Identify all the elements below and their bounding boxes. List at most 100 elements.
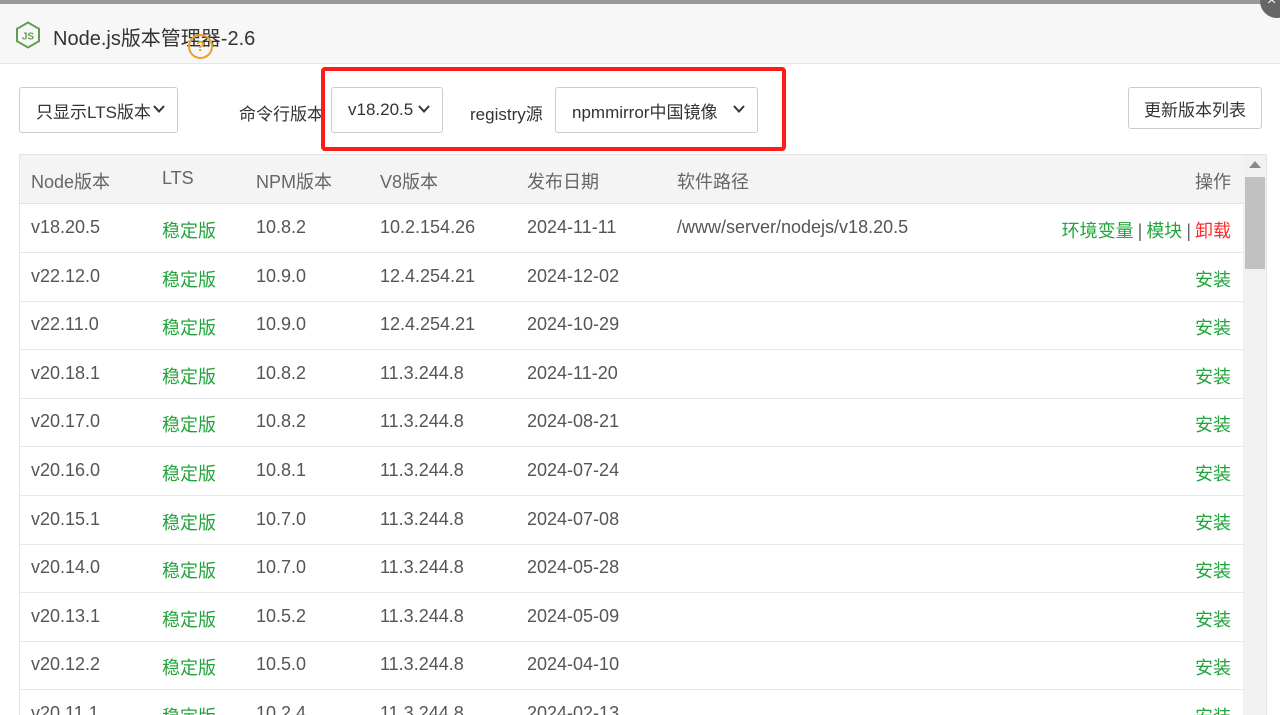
cell-v8-version: 11.3.244.8 bbox=[380, 557, 464, 578]
header-lts: LTS bbox=[162, 168, 194, 188]
cell-release-date: 2024-11-20 bbox=[527, 362, 618, 383]
svg-text:JS: JS bbox=[22, 32, 35, 43]
row-actions: 安装 bbox=[1195, 557, 1231, 583]
cell-lts-badge: 稳定版 bbox=[162, 512, 216, 533]
install-link[interactable]: 安装 bbox=[1195, 464, 1231, 484]
install-link[interactable]: 安装 bbox=[1195, 318, 1231, 338]
cell-release-date: 2024-07-24 bbox=[527, 460, 620, 480]
cell-v8-version: 11.3.244.8 bbox=[380, 508, 464, 529]
cell-lts-badge: 稳定版 bbox=[162, 366, 216, 387]
install-link[interactable]: 安装 bbox=[1195, 610, 1231, 630]
table-row: v20.12.2 稳定版 10.5.0 11.3.244.8 2024-04-10 安装 bbox=[20, 641, 1243, 691]
table-row: v20.16.0 稳定版 10.8.1 11.3.244.8 2024-07-24 安装 bbox=[20, 447, 1243, 496]
chevron-down-icon bbox=[418, 105, 430, 113]
cell-v8-version: 11.3.244.8 bbox=[380, 411, 464, 432]
header-install-path: 软件路径 bbox=[677, 172, 749, 192]
cell-npm-version: 10.8.2 bbox=[256, 362, 307, 383]
help-icon[interactable]: ? bbox=[188, 34, 213, 59]
cell-v8-version: 12.4.254.21 bbox=[380, 314, 476, 335]
cell-release-date: 2024-05-09 bbox=[527, 605, 620, 626]
lts-filter-select[interactable]: 只显示LTS版本 bbox=[19, 87, 178, 133]
cell-node-version: v20.15.1 bbox=[31, 508, 101, 529]
cell-v8-version: 11.3.244.8 bbox=[380, 460, 464, 480]
table-row: v22.11.0 稳定版 10.9.0 12.4.254.21 2024-10-29 安装 bbox=[20, 301, 1243, 351]
scroll-up-arrow-icon[interactable] bbox=[1249, 161, 1261, 168]
table-row: v18.20.5 稳定版 10.8.2 10.2.154.26 2024-11-11/w… bbox=[20, 204, 1243, 253]
vertical-scrollbar[interactable] bbox=[1243, 155, 1266, 715]
modules-link[interactable]: 模块 bbox=[1146, 221, 1182, 241]
lts-filter-select-value: 只显示LTS版本 bbox=[36, 102, 151, 122]
cell-release-date: 2024-08-21 bbox=[527, 411, 620, 432]
cell-release-date: 2024-10-29 bbox=[527, 314, 620, 335]
header-v8-version: V8版本 bbox=[380, 172, 439, 192]
row-actions: 安装 bbox=[1195, 314, 1231, 340]
row-actions: 安装 bbox=[1195, 266, 1231, 292]
cell-v8-version: 11.3.244.8 bbox=[380, 654, 464, 675]
install-link[interactable]: 安装 bbox=[1195, 513, 1231, 533]
cell-node-version: v20.14.0 bbox=[31, 557, 101, 578]
table-row: v20.11.1 稳定版 10.2.4 11.3.244.8 2024-02-13 安装 bbox=[20, 690, 1243, 715]
cell-v8-version: 11.3.244.8 bbox=[380, 362, 464, 383]
refresh-version-list-button[interactable]: 更新版本列表 bbox=[1128, 87, 1262, 129]
cell-lts-badge: 稳定版 bbox=[162, 415, 216, 436]
row-actions: 安装 bbox=[1195, 363, 1231, 389]
install-link[interactable]: 安装 bbox=[1195, 658, 1231, 678]
cell-lts-badge: 稳定版 bbox=[162, 561, 216, 582]
cell-npm-version: 10.8.2 bbox=[256, 411, 307, 432]
cell-release-date: 2024-07-08 bbox=[527, 508, 620, 529]
cell-release-date: 2024-05-28 bbox=[527, 557, 620, 578]
cell-npm-version: 10.7.0 bbox=[256, 508, 307, 529]
env-vars-link[interactable]: 环境变量 bbox=[1062, 221, 1134, 241]
uninstall-link[interactable]: 卸载 bbox=[1195, 221, 1231, 241]
registry-select-value: npmmirror中国镜像 bbox=[572, 102, 718, 122]
row-actions: 安装 bbox=[1195, 606, 1231, 632]
install-link[interactable]: 安装 bbox=[1195, 561, 1231, 581]
cell-node-version: v20.12.2 bbox=[31, 654, 101, 675]
cell-npm-version: 10.5.2 bbox=[256, 605, 307, 626]
cell-node-version: v20.11.1 bbox=[31, 703, 99, 715]
cell-release-date: 2024-04-10 bbox=[527, 654, 620, 675]
cell-npm-version: 10.7.0 bbox=[256, 557, 307, 578]
row-actions: 安装 bbox=[1195, 654, 1231, 680]
header-actions: 操作 bbox=[1195, 172, 1231, 192]
table-header: Node版本 LTS NPM版本 V8版本 发布日期 软件路径 操作 bbox=[20, 155, 1243, 204]
header-npm-version: NPM版本 bbox=[256, 172, 332, 192]
table-row: v20.14.0 稳定版 10.7.0 11.3.244.8 2024-05-28 安装 bbox=[20, 544, 1243, 594]
cell-npm-version: 10.9.0 bbox=[256, 265, 307, 286]
registry-select[interactable]: npmmirror中国镜像 bbox=[555, 87, 758, 133]
cell-release-date: 2024-12-02 bbox=[527, 265, 620, 286]
header-release-date: 发布日期 bbox=[527, 172, 599, 192]
cell-node-version: v18.20.5 bbox=[31, 217, 101, 237]
table-row: v20.13.1 稳定版 10.5.2 11.3.244.8 2024-05-09 安装 bbox=[20, 593, 1243, 642]
nodejs-logo-icon: JS bbox=[16, 21, 40, 49]
table-row: v22.12.0 稳定版 10.9.0 12.4.254.21 2024-12-02 安装 bbox=[20, 253, 1243, 302]
cell-v8-version: 11.3.244.8 bbox=[380, 703, 464, 715]
cell-node-version: v20.18.1 bbox=[31, 362, 101, 383]
registry-label: registry源 bbox=[470, 105, 543, 124]
cell-lts-badge: 稳定版 bbox=[162, 318, 216, 339]
cli-version-select[interactable]: v18.20.5 bbox=[331, 87, 443, 133]
install-link[interactable]: 安装 bbox=[1195, 415, 1231, 435]
cell-npm-version: 10.9.0 bbox=[256, 314, 307, 335]
cli-version-select-value: v18.20.5 bbox=[348, 100, 414, 119]
cell-npm-version: 10.2.4 bbox=[256, 703, 307, 715]
row-actions: 安装 bbox=[1195, 411, 1231, 437]
cell-release-date: 2024-11-11 bbox=[527, 217, 617, 237]
cell-release-date: 2024-02-13 bbox=[527, 703, 620, 715]
cell-npm-version: 10.8.1 bbox=[256, 460, 307, 480]
cell-v8-version: 10.2.154.26 bbox=[380, 217, 476, 237]
cell-lts-badge: 稳定版 bbox=[162, 609, 216, 630]
install-link[interactable]: 安装 bbox=[1195, 367, 1231, 387]
cell-npm-version: 10.8.2 bbox=[256, 217, 307, 237]
action-separator: | bbox=[1137, 221, 1143, 241]
scrollbar-thumb[interactable] bbox=[1245, 177, 1265, 269]
cell-npm-version: 10.5.0 bbox=[256, 654, 307, 675]
cell-v8-version: 11.3.244.8 bbox=[380, 605, 464, 626]
install-link[interactable]: 安装 bbox=[1195, 707, 1231, 715]
cell-install-path: /www/server/nodejs/v18.20.5 bbox=[677, 217, 909, 237]
header-node-version: Node版本 bbox=[31, 172, 111, 192]
chevron-down-icon bbox=[733, 105, 745, 113]
cell-node-version: v20.17.0 bbox=[31, 411, 101, 432]
cell-node-version: v20.16.0 bbox=[31, 460, 101, 480]
install-link[interactable]: 安装 bbox=[1195, 270, 1231, 290]
